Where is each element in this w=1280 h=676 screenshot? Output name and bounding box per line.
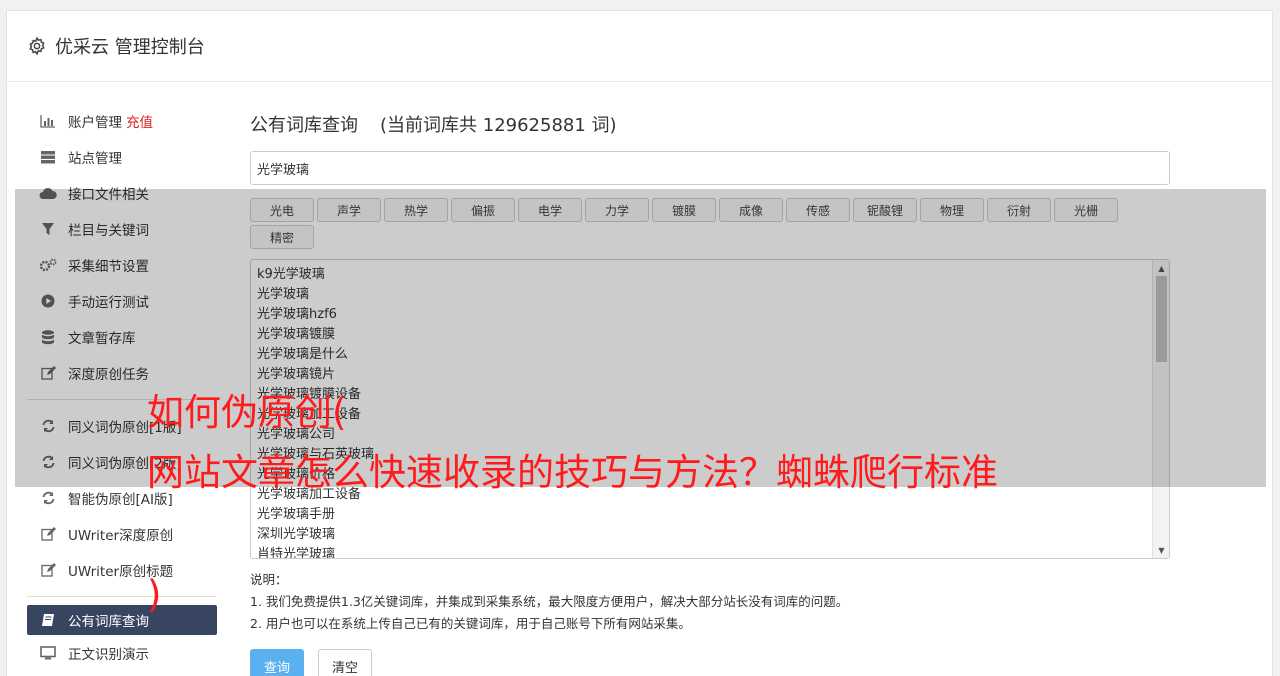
header: 优采云 管理控制台 (7, 11, 1272, 82)
refresh-icon (39, 490, 57, 506)
sidebar-item-uwriter-deep[interactable]: UWriter深度原创 (27, 516, 217, 552)
monitor-icon (39, 645, 57, 661)
recharge-link[interactable]: 充值 (126, 111, 153, 131)
edit-icon (39, 562, 57, 578)
sidebar-item-label: UWriter深度原创 (68, 528, 174, 544)
gear-icon (27, 36, 47, 56)
sidebar-item-uwriter-title[interactable]: UWriter原创标题 (27, 552, 217, 588)
page-title: 公有词库查询 (当前词库共 129625881 词) (250, 111, 1170, 141)
list-item[interactable]: 深圳光学玻璃 (257, 525, 1163, 545)
page-title-text: 公有词库查询 (250, 115, 358, 136)
sidebar-divider (27, 596, 216, 597)
sidebar-item-label: 正文识别演示 (68, 647, 149, 663)
list-item[interactable]: 肖特光学玻璃 (257, 545, 1163, 558)
sidebar-item-label: 账户管理 (68, 115, 122, 131)
sidebar-item-account[interactable]: 账户管理 充值 (27, 103, 217, 139)
page-header-title: 优采云 管理控制台 (55, 37, 205, 58)
scroll-down-icon[interactable]: ▼ (1153, 543, 1169, 557)
action-buttons: 查询 清空 (250, 649, 1170, 676)
overlay-title-line2: 网站文章怎么快速收录的技巧与方法？蜘蛛爬行标准 (147, 451, 998, 494)
lexicon-count: (当前词库共 129625881 词) (380, 115, 617, 136)
overlay-title-line3: ) (147, 573, 162, 616)
query-button[interactable]: 查询 (250, 649, 304, 676)
edit-icon (39, 526, 57, 542)
sidebar-item-label: 站点管理 (68, 151, 122, 167)
sidebar-item-label: 公有词库查询 (68, 614, 149, 630)
note-line: 1. 我们免费提供1.3亿关键词库，并集成到采集系统，最大限度方便用户，解决大部… (250, 594, 849, 609)
notes-title: 说明： (250, 572, 288, 587)
note-line: 2. 用户也可以在系统上传自己已有的关键词库，用于自己账号下所有网站采集。 (250, 616, 691, 631)
sidebar-item-public-lexicon[interactable]: 公有词库查询 (27, 605, 217, 635)
keyword-input[interactable] (250, 151, 1170, 185)
clear-button[interactable]: 清空 (318, 649, 372, 676)
list-item[interactable]: 光学玻璃手册 (257, 505, 1163, 525)
sidebar-item-sites[interactable]: 站点管理 (27, 139, 217, 175)
overlay-title-line1: 如何伪原创( (147, 391, 347, 434)
dim-overlay (15, 189, 1266, 487)
notes: 说明： 1. 我们免费提供1.3亿关键词库，并集成到采集系统，最大限度方便用户，… (250, 569, 1170, 635)
bar-chart-icon (39, 113, 57, 129)
book-icon (39, 612, 57, 628)
server-icon (39, 149, 57, 165)
sidebar-item-text-recognition[interactable]: 正文识别演示 (27, 635, 217, 671)
